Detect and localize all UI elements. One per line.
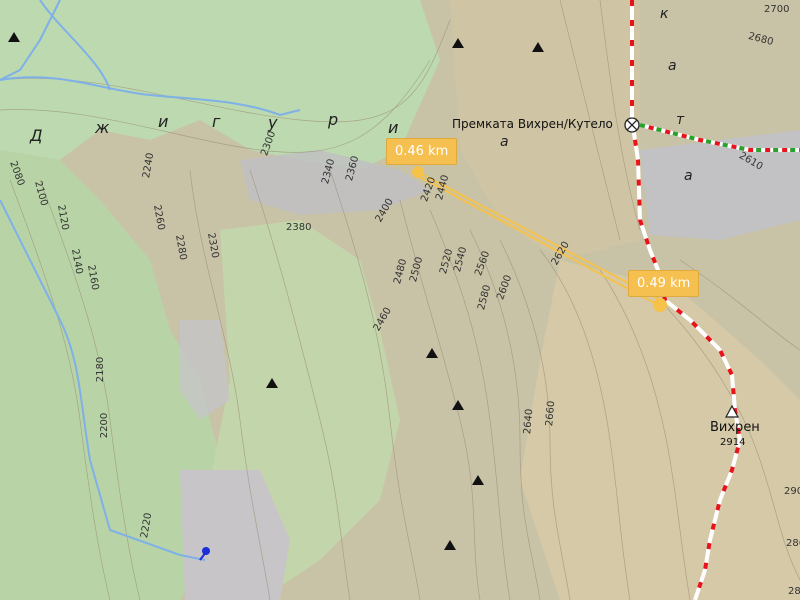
- contour-label: 2640: [522, 408, 536, 435]
- contour-label: 286: [786, 538, 800, 549]
- distance-label-1[interactable]: 0.46 km: [386, 138, 458, 165]
- contour-label: 2660: [544, 400, 558, 427]
- contour-label: 28: [788, 586, 800, 597]
- measure-point-end[interactable]: [653, 298, 667, 312]
- map-base[interactable]: [0, 0, 800, 600]
- ridge-letter: р: [328, 110, 339, 129]
- distance-label-2[interactable]: 0.49 km: [628, 270, 700, 297]
- peak-elevation-label: 2914: [720, 437, 746, 448]
- ridge-letter: ж: [95, 118, 110, 137]
- map-view[interactable]: Д ж и г у р и а к а т а Премката Вихрен/…: [0, 0, 800, 600]
- contour-label: 2180: [95, 356, 107, 383]
- pass-label: Премката Вихрен/Кутело: [452, 117, 613, 131]
- ridge-letter: а: [684, 168, 693, 184]
- ridge-letter: к: [660, 6, 669, 22]
- contour-label: 2380: [286, 222, 312, 233]
- ridge-letter: т: [676, 112, 685, 128]
- ridge-letter: г: [212, 112, 221, 131]
- contour-label: 2200: [99, 412, 111, 439]
- pass-icon[interactable]: [624, 117, 640, 133]
- ridge-letter: а: [500, 134, 509, 150]
- ridge-letter: и: [388, 118, 399, 137]
- contour-label: 290: [784, 486, 800, 497]
- peak-name-label: Вихрен: [710, 420, 760, 435]
- ridge-letter: у: [268, 113, 278, 132]
- ridge-letter: Д: [30, 126, 43, 145]
- measure-point-start[interactable]: [412, 166, 424, 178]
- ridge-letter: и: [158, 112, 169, 131]
- ridge-letter: а: [668, 58, 677, 74]
- contour-label: 2700: [764, 4, 790, 15]
